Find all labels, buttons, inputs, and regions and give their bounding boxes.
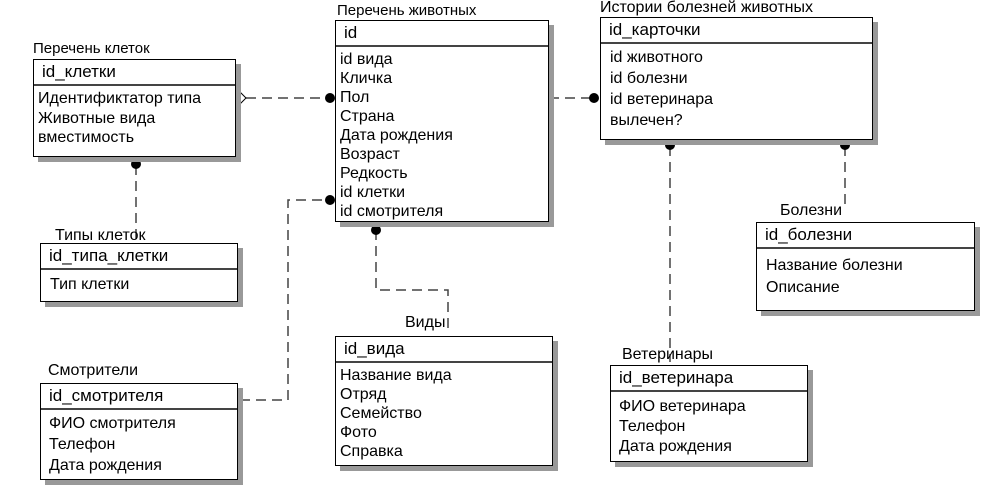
field: вылечен? [610, 112, 683, 129]
field: вместимость [38, 129, 135, 146]
history-key: id_карточки [601, 18, 872, 44]
dot [371, 225, 381, 235]
entity-keepers[interactable]: id_смотрителя ФИО смотрителя Телефон Дата … [40, 383, 238, 480]
field: Телефон [49, 436, 116, 453]
species-key: id_вида [336, 337, 552, 363]
field: Телефон [619, 418, 686, 435]
diseases-key: id_болезни [757, 223, 974, 249]
dot [131, 159, 141, 169]
species-title: Виды [405, 314, 446, 331]
field: id вида [340, 51, 393, 68]
field: id смотрителя [340, 203, 444, 220]
field: Идентификтатор типа [38, 90, 202, 107]
keepers-key: id_смотрителя [41, 384, 237, 410]
field: id болезни [610, 70, 688, 87]
dot [589, 93, 599, 103]
field: Редкость [340, 165, 408, 182]
cells-key: id_клетки [34, 60, 235, 86]
field: Тип клетки [50, 276, 130, 293]
field: id животного [610, 49, 703, 66]
entity-history[interactable]: id_карточки id животного id болезни id вет… [600, 17, 873, 140]
types-key: id_типа_клетки [41, 244, 237, 270]
field: ФИО ветеринара [619, 398, 746, 415]
field: Пол [340, 89, 370, 106]
entity-vets[interactable]: id_ветеринара ФИО ветеринара Телефон Дата … [610, 365, 808, 462]
diamond-icon [235, 92, 247, 104]
field: Фото [340, 424, 377, 441]
vets-key: id_ветеринара [611, 366, 807, 392]
field: Дата рождения [619, 438, 732, 455]
field: ФИО смотрителя [49, 415, 176, 432]
field: Страна [340, 108, 395, 125]
history-title: Истории болезней животных [600, 0, 813, 16]
field: Кличка [340, 70, 393, 87]
field: Семейство [340, 405, 422, 422]
field: Дата рождения [49, 457, 162, 474]
entity-species[interactable]: id_вида Название вида Отряд Семейство Фото С… [335, 336, 553, 466]
field: id ветеринара [610, 91, 713, 108]
entity-cells[interactable]: id_клетки Идентификтатор типа Животные ви… [33, 59, 236, 157]
rel-keepers-animals [240, 199, 328, 401]
dot [840, 140, 850, 150]
field: Название болезни [766, 257, 903, 274]
field: Дата рождения [340, 127, 453, 144]
field: Отряд [340, 386, 387, 403]
cells-title: Перечень клеток [33, 40, 150, 57]
field: Животные вида [38, 109, 156, 127]
diseases-title: Болезни [780, 202, 843, 219]
entity-types[interactable]: id_типа_клетки Тип клетки [40, 243, 238, 302]
entity-animals[interactable]: id id вида Кличка Пол Страна Дата рождения Во… [335, 20, 549, 222]
field: Возраст [340, 146, 400, 163]
animals-title: Перечень животных [337, 2, 477, 19]
field: Справка [340, 443, 403, 460]
animals-key: id [336, 21, 548, 47]
vets-title: Ветеринары [622, 346, 714, 363]
dot [325, 93, 335, 103]
entity-diseases[interactable]: id_болезни Название болезни Описание [756, 222, 975, 311]
field: Описание [766, 279, 840, 296]
field: id клетки [340, 184, 406, 201]
field: Название вида [340, 367, 452, 384]
dot [325, 195, 335, 205]
keepers-title: Смотрители [48, 362, 139, 379]
dot [665, 140, 675, 150]
